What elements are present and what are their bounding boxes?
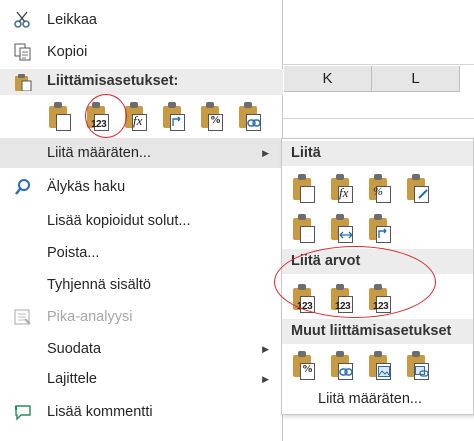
menu-item-paste-special-label: Liitä määräten... (47, 145, 151, 161)
other-paste-options-section: Muut liittämisasetukset (282, 319, 473, 344)
page-icon (300, 226, 315, 243)
search-icon (14, 178, 32, 196)
paste-transpose-button[interactable] (367, 212, 393, 243)
menu-item-insert-copied-cells-label: Lisää kopioidut solut... (47, 213, 191, 229)
paste-section: Liitä (282, 141, 473, 166)
paste-no-borders-button[interactable] (291, 212, 317, 243)
paste-keep-column-widths-button[interactable] (329, 212, 355, 243)
menu-item-add-comment-label: Lisää kommentti (47, 404, 153, 420)
formula-badge: fx (133, 113, 143, 128)
transpose-icon (172, 116, 181, 126)
column-width-icon (339, 231, 353, 239)
paste-transpose-button[interactable] (161, 100, 187, 131)
menu-item-copy-label: Kopioi (47, 44, 88, 60)
brush-icon (418, 189, 428, 199)
paste-special-link[interactable]: Liitä määräten... (318, 391, 422, 407)
paste-formatting-button[interactable]: % (199, 100, 225, 131)
link-icon (247, 119, 261, 127)
paste-special-link-label: Liitä määräten... (318, 391, 422, 407)
column-header-l-label: L (411, 70, 420, 87)
quick-analysis-icon (14, 308, 32, 326)
menu-item-sort[interactable]: Lajittele ▶ (0, 364, 283, 394)
menu-item-add-comment[interactable]: Lisää kommentti (0, 397, 283, 427)
other-paste-icons-row: % (291, 349, 431, 380)
paste-linked-picture-button[interactable] (405, 349, 431, 380)
menu-item-smart-lookup[interactable]: Älykäs haku (0, 172, 283, 202)
paste-all-button[interactable] (291, 172, 317, 203)
linked-picture-icon (415, 366, 429, 377)
percent-badge: % (210, 114, 221, 126)
paste-options-title: Liittämisasetukset: (47, 73, 179, 89)
menu-item-filter[interactable]: Suodata ▶ (0, 334, 283, 364)
menu-item-clear-contents[interactable]: Tyhjennä sisältö (0, 270, 283, 300)
clipboard-icon (14, 73, 32, 96)
highlight-circle (85, 94, 127, 138)
menu-item-insert-copied-cells[interactable]: Lisää kopioidut solut... (0, 206, 283, 236)
copy-icon (14, 43, 32, 61)
chevron-right-icon: ▶ (262, 373, 269, 384)
menu-item-sort-label: Lajittele (47, 371, 97, 387)
paste-formatting-button[interactable]: % (291, 349, 317, 380)
column-header-k[interactable]: K (284, 66, 372, 92)
menu-item-filter-label: Suodata (47, 341, 102, 357)
paste-options-row: 123 fx % (47, 100, 263, 131)
paste-icons-row-2 (291, 212, 393, 243)
page-icon (56, 114, 71, 131)
paste-icons-row: fx % (291, 172, 431, 203)
menu-item-delete-label: Poista... (47, 245, 100, 261)
menu-item-quick-analysis: Pika-analyysi (0, 302, 283, 332)
grid-line (280, 64, 474, 65)
column-header-l[interactable]: L (372, 66, 460, 92)
formula-badge: fx (339, 185, 349, 200)
paste-options-section: Liittämisasetukset: (0, 69, 283, 95)
paste-formulas-number-format-button[interactable]: % (367, 172, 393, 203)
percent-badge: % (302, 363, 313, 375)
menu-item-paste-special[interactable]: Liitä määräten... ▶ (0, 138, 283, 168)
menu-item-clear-contents-label: Tyhjennä sisältö (47, 277, 151, 293)
context-menu: Leikkaa Kopioi Liittämisasetukset: 123 f… (0, 0, 283, 441)
page-icon (300, 186, 315, 203)
chevron-right-icon: ▶ (262, 343, 269, 354)
menu-item-cut-label: Leikkaa (47, 12, 97, 28)
column-header-k-label: K (322, 70, 333, 87)
link-icon (339, 368, 353, 376)
paste-link-button[interactable] (237, 100, 263, 131)
paste-button[interactable] (47, 100, 73, 131)
paste-picture-button[interactable] (367, 349, 393, 380)
menu-item-copy[interactable]: Kopioi (0, 37, 283, 67)
other-paste-options-title: Muut liittämisasetukset (291, 323, 452, 339)
menu-item-delete[interactable]: Poista... (0, 238, 283, 268)
chevron-right-icon: ▶ (262, 147, 269, 158)
menu-item-quick-analysis-label: Pika-analyysi (47, 309, 133, 325)
scissors-icon (14, 11, 32, 29)
menu-item-cut[interactable]: Leikkaa (0, 5, 283, 35)
transpose-icon (378, 228, 387, 238)
percent-badge: % (373, 184, 383, 198)
paste-section-title: Liitä (291, 145, 321, 161)
highlight-ellipse (274, 246, 436, 318)
paste-formulas-button[interactable]: fx (329, 172, 355, 203)
paste-link-button[interactable] (329, 349, 355, 380)
comment-icon (14, 403, 32, 421)
picture-icon (378, 366, 390, 377)
menu-item-smart-lookup-label: Älykäs haku (47, 179, 126, 195)
paste-keep-source-formatting-button[interactable] (405, 172, 431, 203)
grid-line (280, 118, 474, 119)
